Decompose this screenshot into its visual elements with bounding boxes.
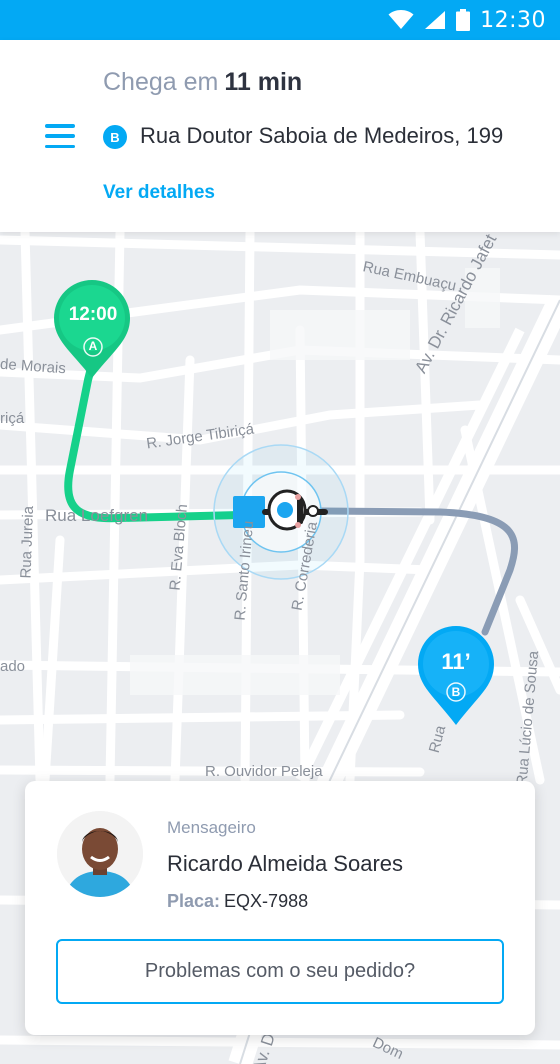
hamburger-menu-icon[interactable]: [45, 124, 75, 148]
origin-pin-letter: A: [88, 339, 98, 353]
street-label: Rua Loefgren: [45, 506, 149, 525]
problem-with-order-button[interactable]: Problemas com o seu pedido?: [56, 939, 504, 1004]
signal-icon: [425, 11, 446, 29]
courier-card: Mensageiro Ricardo Almeida Soares Placa:…: [25, 781, 535, 1035]
destination-badge: B: [103, 125, 127, 149]
status-clock: 12:30: [480, 7, 546, 33]
courier-role-label: Mensageiro: [167, 818, 256, 837]
street-label: riçá: [0, 410, 25, 427]
destination-pin-eta[interactable]: 11’: [426, 649, 486, 675]
plate-row: Placa: EQX-7988: [167, 891, 308, 912]
battery-icon: [456, 9, 471, 31]
street-label: Rua Jureia: [17, 505, 38, 579]
eta-prefix: Chega em: [103, 68, 219, 96]
eta-line: Chega em 11 min: [103, 68, 302, 97]
courier-avatar-photo: [57, 811, 143, 897]
street-label: ado: [0, 658, 26, 675]
eta-value: 11 min: [224, 68, 303, 96]
destination-pin-letter: B: [451, 685, 461, 699]
status-bar: 12:30: [0, 0, 560, 40]
destination-address: Rua Doutor Saboia de Medeiros, 199: [140, 123, 504, 148]
street-label: R. Ouvidor Peleja: [205, 763, 323, 780]
trip-header-card: Chega em 11 min B Rua Doutor Saboia de Me…: [0, 40, 560, 232]
courier-avatar: [57, 811, 143, 897]
courier-name: Ricardo Almeida Soares: [167, 851, 404, 876]
plate-label: Placa:: [167, 891, 221, 911]
details-link[interactable]: Ver detalhes: [103, 182, 215, 204]
origin-pin-time[interactable]: 12:00: [62, 304, 124, 326]
wifi-icon: [388, 10, 414, 29]
plate-value: EQX-7988: [224, 891, 309, 911]
